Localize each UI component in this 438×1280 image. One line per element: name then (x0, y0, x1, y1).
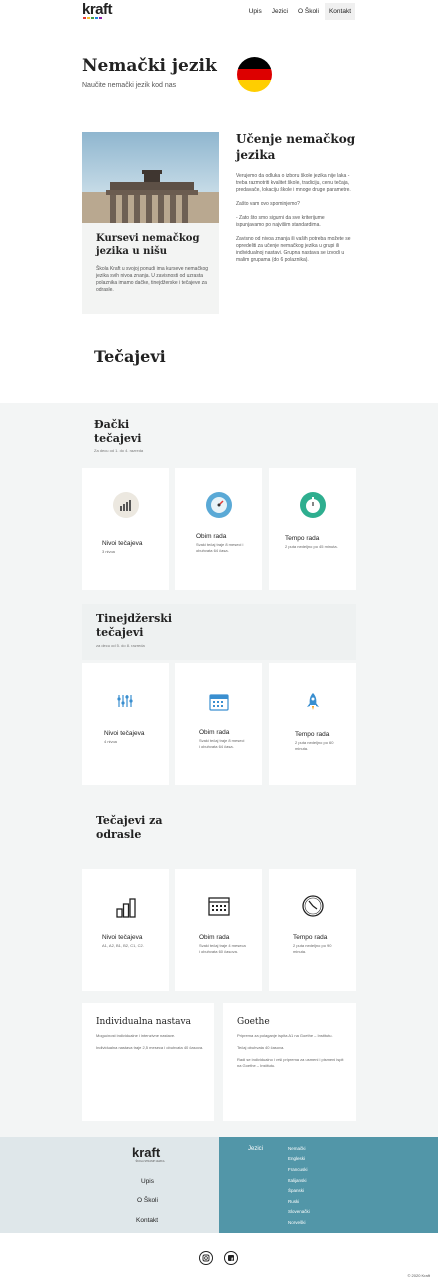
stopwatch-icon (299, 492, 326, 518)
german-flag-icon (237, 57, 272, 92)
site-header: kraft Upis Jezici O Školi Kontakt (0, 0, 438, 24)
card-nivoi-tinejdzerski: Nivoi tečajeva 4 nivoa (82, 663, 169, 785)
card-title: Nivoi tečajeva (102, 540, 143, 547)
site-logo[interactable]: kraft (82, 1, 113, 18)
individual-title: Individualna nastava (96, 1017, 191, 1027)
footer-tagline: ŠKOLA STRANIH JEZIKA (135, 1160, 165, 1163)
footer-lang-norveski[interactable]: Norveški (288, 1220, 306, 1225)
card-nivoi-odrasli: Nivoi tečajeva A1, A2, B1, B2, C1, C2. (82, 869, 169, 991)
card-desc: A1, A2, B1, B2, C1, C2. (102, 943, 144, 948)
section-subtitle-dacki: Za decu od 1. do 4. razreda (94, 448, 144, 453)
brandenburg-gate-illustration (82, 170, 219, 223)
flag-stripe-red (237, 68, 272, 81)
footer-lang-slovenacki[interactable]: Slovenački (288, 1209, 310, 1214)
logo-dot (91, 17, 94, 19)
card-title: Obim rada (199, 934, 230, 941)
individual-text: Mogućnost individualne i intenzivne nast… (96, 1033, 204, 1050)
intro-left-title: Kursevi nemačkog jezika u nišu (96, 233, 200, 257)
facebook-glyph (228, 1255, 234, 1261)
footer-languages-label: Jezici (248, 1146, 264, 1152)
logo-dot (87, 17, 90, 19)
card-desc: 2 puta nedeljno po 90 minuta. (293, 943, 332, 954)
goethe-text: Priprema za polaganje ispita A1 na Goeth… (237, 1033, 344, 1068)
gauge-icon (205, 492, 232, 518)
nav-o-skoli[interactable]: O Školi (294, 3, 323, 20)
card-desc: Svaki tečaj traje 4 meseca i obuhvata 60… (199, 943, 246, 954)
card-tempo-dacki: Tempo rada 2 puta nedeljno po 45 minuta. (269, 468, 356, 590)
bar-chart-icon (112, 492, 139, 518)
intro-right-title: Učenje nemačkog jezika (236, 132, 356, 162)
intro-card: Kursevi nemačkog jezika u nišu Škola Kra… (82, 132, 219, 314)
main-nav: Upis Jezici O Školi Kontakt (245, 3, 355, 20)
clock-icon (301, 895, 324, 917)
goethe-card: Goethe Priprema za polaganje ispita A1 n… (223, 1003, 356, 1121)
logo-dot (95, 17, 98, 19)
nav-kontakt[interactable]: Kontakt (324, 3, 355, 20)
card-title: Nivoi tečajeva (102, 934, 143, 941)
courses-title: Tečajevi (94, 347, 166, 366)
card-tempo-odrasli: Tempo rada 2 puta nedeljno po 90 minuta. (269, 869, 356, 991)
card-desc: 4 nivoa (104, 739, 117, 744)
brandenburg-gate-image (82, 132, 219, 223)
intro-right-text: Verujemo da odluka o izboru škole jezika… (236, 173, 351, 263)
footer-lang-spanski[interactable]: Španski (288, 1188, 304, 1193)
footer-logo[interactable]: kraft (132, 1145, 160, 1160)
card-desc: 3 nivoa (102, 549, 115, 554)
footer-lang-italijanski[interactable]: Italijanski (288, 1178, 307, 1183)
footer-link-o-skoli[interactable]: O Školi (137, 1197, 158, 1204)
section-title-odrasli: Tečajevi za odrasle (96, 814, 163, 841)
card-desc: 2 puta nedeljno po 60 minuta. (295, 740, 334, 751)
goethe-title: Goethe (237, 1017, 270, 1027)
intro-left-text: Škola Kraft u svojoj ponudi ima kurseve … (96, 266, 209, 293)
individual-card: Individualna nastava Mogućnost individua… (82, 1003, 214, 1121)
footer-left (0, 1137, 219, 1233)
footer-link-kontakt[interactable]: Kontakt (136, 1217, 158, 1224)
instagram-icon[interactable] (199, 1251, 213, 1265)
card-tempo-tinejdzerski: Tempo rada 2 puta nedeljno po 60 minuta. (269, 663, 356, 785)
card-nivoi-dacki: Nivoi tečajeva 3 nivoa (82, 468, 169, 590)
card-title: Obim rada (199, 729, 230, 736)
logo-dot (99, 17, 102, 19)
copyright: © 2020 Kraft (407, 1273, 430, 1278)
card-obim-dacki: Obim rada Svaki tečaj traje 8 meseci i o… (175, 468, 262, 590)
footer-lang-francuski[interactable]: Francuski (288, 1167, 308, 1172)
footer-lang-ruski[interactable]: Ruski (288, 1199, 299, 1204)
nav-jezici[interactable]: Jezici (268, 3, 292, 20)
card-title: Tempo rada (285, 535, 320, 542)
footer-link-upis[interactable]: Upis (141, 1178, 154, 1185)
flag-stripe-gold (237, 80, 272, 92)
instagram-glyph (202, 1254, 210, 1262)
logo-color-dots (83, 17, 102, 19)
calendar-icon (208, 694, 229, 711)
calendar-icon (207, 897, 230, 916)
section-title-tinejdzerski: Tinejdžerski tečajevi (96, 612, 173, 639)
nav-upis[interactable]: Upis (245, 3, 266, 20)
card-desc: Svaki tečaj traje 8 meseci i obuhvata 64… (196, 542, 244, 553)
card-title: Obim rada (196, 533, 227, 540)
section-subtitle-tinejdzerski: za decu od 5. do 8. razreda (96, 643, 145, 648)
section-title-dacki: Đački tečajevi (94, 418, 142, 445)
card-title: Nivoi tečajeva (104, 730, 145, 737)
flag-stripe-black (237, 57, 272, 69)
card-obim-odrasli: Obim rada Svaki tečaj traje 4 meseca i o… (175, 869, 262, 991)
page-title: Nemački jezik (82, 56, 217, 76)
card-obim-tinejdzerski: Obim rada Svaki tečaj traje 8 meseci i o… (175, 663, 262, 785)
page-subtitle: Naučite nemački jezik kod nas (82, 82, 177, 89)
sliders-icon (116, 695, 133, 707)
rocket-icon (306, 693, 319, 710)
card-title: Tempo rada (295, 731, 330, 738)
card-title: Tempo rada (293, 934, 328, 941)
card-desc: 2 puta nedeljno po 45 minuta. (285, 544, 338, 549)
footer-lang-nemacki[interactable]: Nemački (288, 1146, 306, 1151)
logo-dot (83, 17, 86, 19)
card-desc: Svaki tečaj traje 8 meseci i obuhvata 64… (199, 738, 245, 749)
facebook-icon[interactable] (224, 1251, 238, 1265)
footer-lang-engleski[interactable]: Engleski (288, 1156, 305, 1161)
bar-chart-icon (115, 898, 136, 918)
